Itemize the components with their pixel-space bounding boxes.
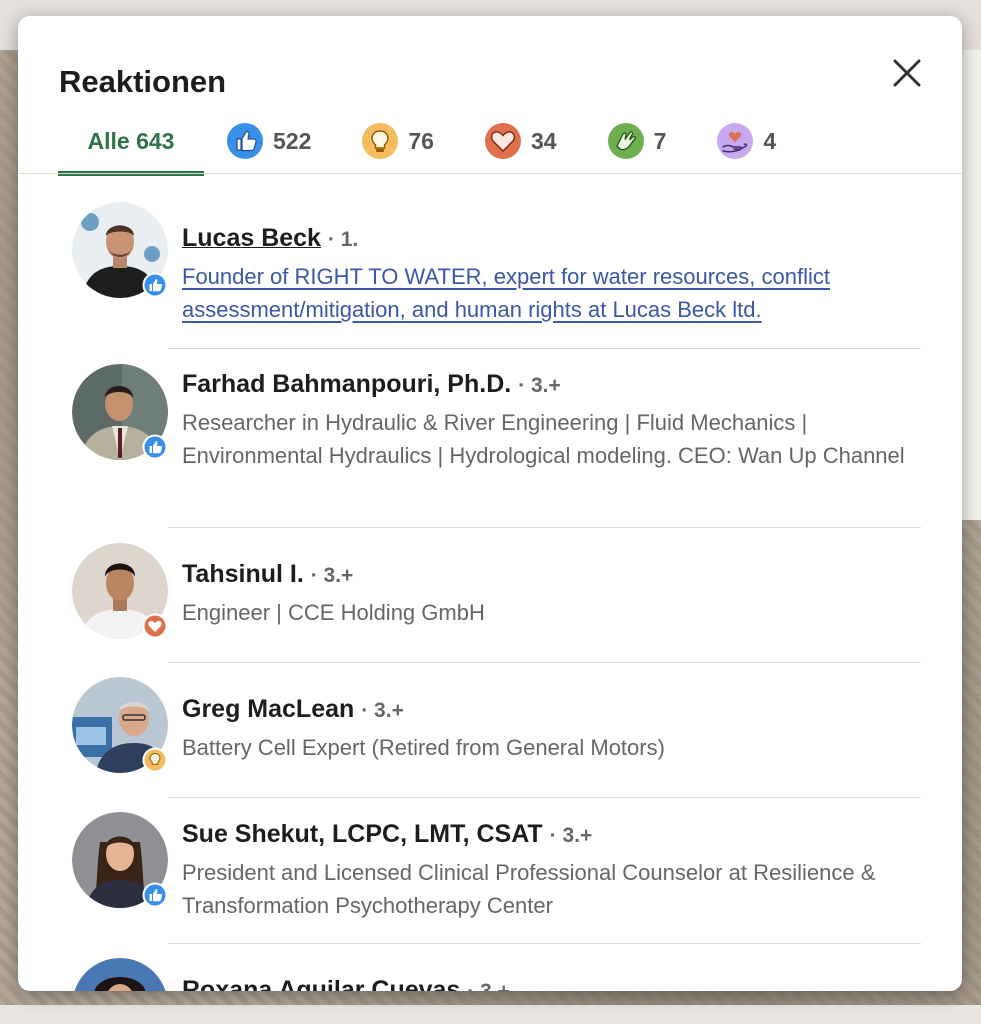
profile-photo — [72, 958, 168, 991]
tab-all[interactable]: Alle 643 — [58, 110, 204, 176]
reactor-name-line[interactable]: Roxana Aguilar Cuevas · 3.+ — [182, 976, 510, 991]
tab-like[interactable]: 522 — [226, 110, 311, 172]
tab-like-count: 522 — [273, 127, 312, 154]
tab-all-label: Alle 643 — [87, 127, 175, 154]
like-icon — [142, 272, 168, 298]
reactor-name[interactable]: Farhad Bahmanpouri, Ph.D. — [182, 370, 511, 398]
like-icon — [227, 123, 263, 159]
love-icon — [484, 123, 521, 159]
row-divider — [168, 662, 921, 663]
reactor-name[interactable]: Roxana Aguilar Cuevas — [182, 976, 460, 991]
avatar[interactable] — [72, 543, 168, 639]
reactor-name[interactable]: Sue Shekut, LCPC, LMT, CSAT — [182, 820, 543, 848]
reactor-name-line[interactable]: Farhad Bahmanpouri, Ph.D. · 3.+ — [182, 370, 561, 399]
row-divider — [168, 943, 921, 944]
reactor-name-line[interactable]: Greg MacLean · 3.+ — [182, 695, 404, 724]
reactor-name[interactable]: Greg MacLean — [182, 695, 354, 723]
connection-degree: · 1. — [327, 228, 359, 251]
insightful-icon — [142, 747, 168, 773]
tab-insightful[interactable]: 76 — [361, 110, 434, 172]
tab-love-count: 34 — [530, 127, 557, 154]
tabs-divider — [18, 173, 962, 174]
reactor-name-line[interactable]: Tahsinul I. · 3.+ — [182, 560, 353, 589]
dialog-title: Reaktionen — [59, 64, 227, 99]
love-icon — [142, 613, 168, 639]
like-icon — [142, 882, 168, 908]
tab-support[interactable]: 4 — [716, 110, 776, 172]
connection-degree: · 3.+ — [549, 824, 593, 847]
tab-support-count: 4 — [763, 127, 777, 154]
support-icon — [717, 123, 754, 159]
reactor-name-line[interactable]: Sue Shekut, LCPC, LMT, CSAT · 3.+ — [182, 820, 592, 849]
avatar[interactable] — [72, 677, 168, 773]
insightful-icon — [362, 123, 399, 159]
reactor-headline[interactable]: Founder of RIGHT TO WATER, expert for wa… — [182, 260, 922, 326]
reactor-headline: Battery Cell Expert (Retired from Genera… — [182, 735, 665, 760]
row-divider — [168, 527, 921, 528]
reactor-headline: Researcher in Hydraulic & River Engineer… — [182, 410, 905, 468]
close-icon — [893, 59, 921, 87]
row-divider — [168, 348, 921, 349]
tab-insightful-count: 76 — [408, 127, 434, 154]
connection-degree: · 3.+ — [361, 699, 404, 722]
reactor-name-line[interactable]: Lucas Beck · 1. — [182, 224, 358, 253]
background-sidebar — [962, 50, 981, 520]
avatar[interactable] — [72, 812, 168, 908]
close-button[interactable] — [884, 50, 930, 96]
reactor-name[interactable]: Lucas Beck — [182, 224, 321, 252]
row-divider — [168, 797, 921, 798]
connection-degree: · 3.+ — [310, 564, 354, 587]
reactions-dialog: Reaktionen Alle 643 522 76 34 7 4 Lucas … — [18, 16, 962, 991]
avatar[interactable] — [72, 364, 168, 460]
connection-degree: · 3.+ — [518, 374, 561, 397]
reactor-headline: President and Licensed Clinical Professi… — [182, 860, 876, 918]
reactor-name[interactable]: Tahsinul I. — [182, 560, 304, 588]
reaction-tabs: Alle 643 522 76 34 7 4 — [58, 110, 776, 176]
like-icon — [142, 434, 168, 460]
connection-degree: · 3.+ — [467, 980, 510, 991]
reactor-headline: Engineer | CCE Holding GmbH — [182, 600, 485, 625]
avatar[interactable] — [72, 958, 168, 991]
tab-celebrate-count: 7 — [653, 127, 667, 154]
celebrate-icon — [607, 123, 644, 159]
avatar[interactable] — [72, 202, 168, 298]
tab-celebrate[interactable]: 7 — [607, 110, 667, 172]
background-footer — [0, 1005, 981, 1024]
tab-love[interactable]: 34 — [484, 110, 557, 172]
